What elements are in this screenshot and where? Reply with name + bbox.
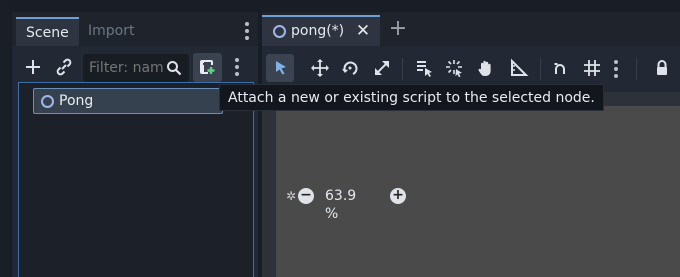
instance-scene-button[interactable] xyxy=(51,54,77,80)
zoom-out-button[interactable]: − xyxy=(298,188,314,204)
node-icon xyxy=(273,25,286,38)
tab-import[interactable]: Import xyxy=(78,17,144,46)
toolbar-separator xyxy=(636,58,637,80)
grid-toggle-button[interactable] xyxy=(578,54,606,82)
editor-area: pong(*) ✕ + ✲ − 63.9 % + xyxy=(262,12,680,277)
scene-tab-pong[interactable]: pong(*) ✕ xyxy=(262,15,380,46)
attach-script-icon xyxy=(200,60,215,74)
editor-tab-bar: pong(*) ✕ + xyxy=(262,12,680,46)
scale-icon xyxy=(375,61,389,75)
snap-icon xyxy=(554,63,565,74)
pan-tool-button[interactable] xyxy=(472,54,500,82)
more-options-button[interactable] xyxy=(610,54,622,82)
grid-icon xyxy=(584,60,600,76)
lock-icon xyxy=(657,60,667,75)
zoom-in-button[interactable]: + xyxy=(390,188,406,204)
new-scene-tab-button[interactable]: + xyxy=(386,16,410,42)
rotate-icon xyxy=(342,61,358,75)
left-edge-strip xyxy=(0,0,10,277)
pan-hand-icon xyxy=(478,60,491,76)
list-select-button[interactable] xyxy=(410,54,438,82)
scale-tool-button[interactable] xyxy=(368,54,396,82)
scene-tab-label: pong(*) xyxy=(291,23,345,39)
list-select-icon xyxy=(417,61,432,77)
canvas-viewport[interactable]: ✲ − 63.9 % + xyxy=(276,92,680,277)
ruler-icon xyxy=(511,58,529,76)
ruler-tool-button[interactable] xyxy=(504,54,532,82)
plus-icon xyxy=(26,60,40,74)
ruler-vertical xyxy=(262,92,276,277)
toolbar-separator xyxy=(402,58,403,80)
pivot-icon xyxy=(446,60,462,78)
scene-tree: Pong xyxy=(18,82,254,277)
link-icon xyxy=(56,58,72,76)
more-options-button[interactable] xyxy=(232,54,242,80)
dock-tab-bar: Scene Import xyxy=(12,12,258,46)
filter-field[interactable] xyxy=(83,54,189,82)
pivot-tool-button[interactable] xyxy=(440,54,468,82)
snap-toggle-button[interactable] xyxy=(546,54,574,82)
rotate-tool-button[interactable] xyxy=(336,54,364,82)
filter-input[interactable] xyxy=(89,54,165,82)
move-icon xyxy=(311,59,329,77)
toolbar-separator xyxy=(540,58,541,80)
tree-item-label: Pong xyxy=(59,93,94,109)
dock-menu-icon[interactable] xyxy=(244,20,250,42)
zoom-level[interactable]: 63.9 % xyxy=(325,187,356,223)
attach-script-button[interactable] xyxy=(193,53,222,82)
lock-button[interactable] xyxy=(648,54,676,82)
node-icon xyxy=(41,95,54,108)
add-node-button[interactable] xyxy=(20,54,46,80)
tree-item-pong[interactable]: Pong xyxy=(33,88,223,114)
move-tool-button[interactable] xyxy=(306,54,334,82)
tooltip: Attach a new or existing script to the s… xyxy=(219,84,604,111)
close-icon[interactable]: ✕ xyxy=(352,19,374,43)
search-icon xyxy=(167,61,182,76)
select-arrow-icon xyxy=(276,61,286,75)
select-tool-button[interactable] xyxy=(266,54,294,82)
scene-dock: Scene Import Filter: nam Pong xyxy=(12,12,258,277)
tab-scene[interactable]: Scene xyxy=(16,17,79,46)
